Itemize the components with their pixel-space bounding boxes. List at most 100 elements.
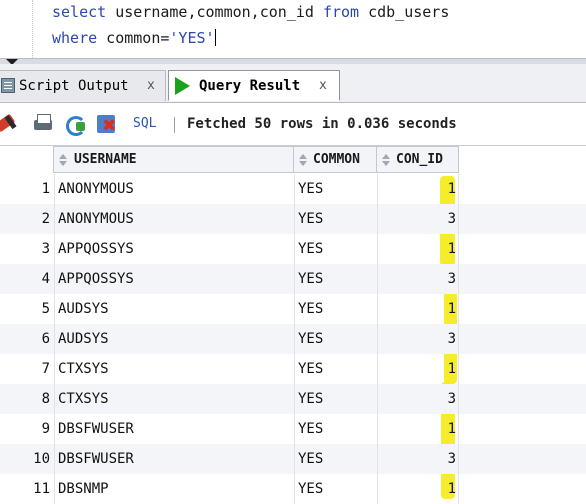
cell-common[interactable]: YES <box>294 204 377 234</box>
row-number[interactable]: 5 <box>0 294 52 324</box>
cell-username[interactable]: ANONYMOUS <box>54 204 294 234</box>
sql-button[interactable]: SQL <box>133 114 156 134</box>
sql-editor[interactable]: select username,common,con_id from cdb_u… <box>0 0 586 62</box>
cell-con-id[interactable]: 3 <box>377 444 459 474</box>
keyword-select: select <box>52 3 107 21</box>
sort-icon[interactable] <box>299 154 308 167</box>
cell-text: 3 <box>447 211 456 227</box>
cell-con-id[interactable]: 3 <box>377 324 459 354</box>
column-header-common[interactable]: COMMON <box>293 146 377 173</box>
row-number[interactable]: 4 <box>0 264 52 294</box>
row-number[interactable]: 11 <box>0 474 52 504</box>
cell-con-id[interactable]: 3 <box>377 264 459 294</box>
sort-icon[interactable] <box>382 154 391 167</box>
toolbar-divider <box>174 117 175 133</box>
row-number[interactable]: 10 <box>0 444 52 474</box>
table-row[interactable]: 3 APPQOSSYS YES 1 <box>0 234 586 264</box>
tab-label: Query Result <box>199 78 301 94</box>
cell-username[interactable]: CTXSYS <box>54 384 294 414</box>
close-icon[interactable]: x <box>319 71 327 101</box>
cell-text: 1 <box>447 361 456 377</box>
cell-con-id[interactable]: 3 <box>377 204 459 234</box>
cancel-icon[interactable] <box>96 113 118 136</box>
cell-text: 3 <box>447 451 456 467</box>
table-name: cdb_users <box>359 3 450 21</box>
row-number[interactable]: 7 <box>0 354 52 384</box>
result-grid[interactable]: USERNAME COMMON CON_ID 1 ANONYMOUS YES 1 2 AN… <box>0 146 586 504</box>
row-number[interactable]: 8 <box>0 384 52 414</box>
column-label: COMMON <box>313 152 360 167</box>
row-number[interactable]: 3 <box>0 234 52 264</box>
pin-icon[interactable] <box>0 113 18 135</box>
table-row[interactable]: 5 AUDSYS YES 1 <box>0 294 586 324</box>
sort-icon[interactable] <box>59 154 68 167</box>
cell-username[interactable]: ANONYMOUS <box>54 174 294 204</box>
cell-common[interactable]: YES <box>294 234 377 264</box>
cell-common[interactable]: YES <box>294 354 377 384</box>
script-icon <box>1 78 15 93</box>
table-row[interactable]: 10 DBSFWUSER YES 3 <box>0 444 586 474</box>
cell-common[interactable]: YES <box>294 324 377 354</box>
tab-query-result[interactable]: Query Result x <box>168 70 340 101</box>
keyword-where: where <box>52 29 98 47</box>
table-row[interactable]: 7 CTXSYS YES 1 <box>0 354 586 384</box>
refresh-icon[interactable] <box>64 113 86 136</box>
column-header-con-id[interactable]: CON_ID <box>376 146 459 173</box>
cell-username[interactable]: APPQOSSYS <box>54 264 294 294</box>
code-line-2: where common='YES' <box>52 25 216 51</box>
cell-text: 3 <box>447 391 456 407</box>
run-icon <box>175 77 190 95</box>
table-row[interactable]: 6 AUDSYS YES 3 <box>0 324 586 354</box>
close-icon[interactable]: x <box>147 71 155 101</box>
table-row[interactable]: 11 DBSNMP YES 1 <box>0 474 586 504</box>
tab-script-output[interactable]: Script Output x <box>0 70 166 101</box>
cell-con-id[interactable]: 1 <box>377 354 459 384</box>
table-row[interactable]: 1 ANONYMOUS YES 1 <box>0 174 586 204</box>
cell-text: 1 <box>447 421 456 437</box>
grid-rows: 1 ANONYMOUS YES 1 2 ANONYMOUS YES 3 3 APPQOSSYS YE… <box>0 174 586 504</box>
cell-common[interactable]: YES <box>294 414 377 444</box>
cell-text: 1 <box>447 481 456 497</box>
column-label: USERNAME <box>74 152 137 167</box>
row-number[interactable]: 2 <box>0 204 52 234</box>
cell-common[interactable]: YES <box>294 474 377 504</box>
row-number[interactable]: 9 <box>0 414 52 444</box>
cell-common[interactable]: YES <box>294 174 377 204</box>
table-row[interactable]: 9 DBSFWUSER YES 1 <box>0 414 586 444</box>
cell-con-id[interactable]: 1 <box>377 234 459 264</box>
table-row[interactable]: 8 CTXSYS YES 3 <box>0 384 586 414</box>
row-number[interactable]: 1 <box>0 174 52 204</box>
cell-username[interactable]: APPQOSSYS <box>54 234 294 264</box>
cell-text: 3 <box>447 271 456 287</box>
cell-text: 1 <box>447 241 456 257</box>
cell-con-id[interactable]: 1 <box>377 474 459 504</box>
cell-text: 1 <box>447 181 456 197</box>
where-condition: common= <box>97 29 170 47</box>
cell-text: 1 <box>447 301 456 317</box>
cell-con-id[interactable]: 3 <box>377 384 459 414</box>
cell-username[interactable]: AUDSYS <box>54 294 294 324</box>
cell-common[interactable]: YES <box>294 294 377 324</box>
editor-gutter <box>32 0 33 60</box>
print-icon[interactable] <box>32 113 54 135</box>
cell-common[interactable]: YES <box>294 264 377 294</box>
text-cursor <box>214 29 216 46</box>
column-header-username[interactable]: USERNAME <box>53 146 294 173</box>
cell-common[interactable]: YES <box>294 384 377 414</box>
table-row[interactable]: 4 APPQOSSYS YES 3 <box>0 264 586 294</box>
fetch-status-text: Fetched 50 rows in 0.036 seconds <box>187 116 457 132</box>
cell-username[interactable]: AUDSYS <box>54 324 294 354</box>
cell-con-id[interactable]: 1 <box>377 294 459 324</box>
table-row[interactable]: 2 ANONYMOUS YES 3 <box>0 204 586 234</box>
cell-con-id[interactable]: 1 <box>377 414 459 444</box>
cell-username[interactable]: DBSNMP <box>54 474 294 504</box>
cell-text: 3 <box>447 331 456 347</box>
cell-con-id[interactable]: 1 <box>377 174 459 204</box>
cell-username[interactable]: DBSFWUSER <box>54 444 294 474</box>
row-number[interactable]: 6 <box>0 324 52 354</box>
cell-username[interactable]: DBSFWUSER <box>54 414 294 444</box>
cell-common[interactable]: YES <box>294 444 377 474</box>
result-tab-bar: Script Output x Query Result x <box>0 64 586 103</box>
result-toolbar: SQL Fetched 50 rows in 0.036 seconds <box>0 103 586 146</box>
cell-username[interactable]: CTXSYS <box>54 354 294 384</box>
